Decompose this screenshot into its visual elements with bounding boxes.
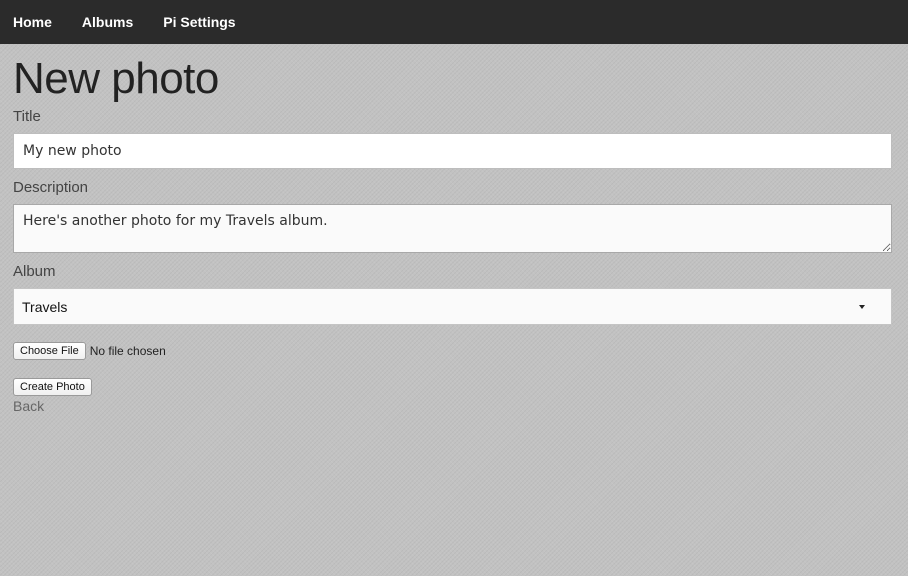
- top-navbar: Home Albums Pi Settings: [0, 0, 908, 44]
- main-content: New photo Title Description Here's anoth…: [0, 56, 908, 416]
- new-photo-form: Title Description Here's another photo f…: [13, 108, 892, 396]
- title-label: Title: [13, 108, 41, 125]
- description-label: Description: [13, 179, 89, 196]
- page-title: New photo: [13, 54, 219, 103]
- nav-pi-settings-link[interactable]: Pi Settings: [163, 14, 235, 30]
- nav-albums-link[interactable]: Albums: [82, 14, 133, 30]
- title-input[interactable]: [13, 133, 892, 169]
- file-input-row: Choose File No file chosen: [13, 342, 892, 360]
- create-photo-button[interactable]: Create Photo: [13, 378, 92, 396]
- album-label: Album: [13, 263, 56, 280]
- description-textarea[interactable]: Here's another photo for my Travels albu…: [13, 204, 892, 253]
- caret-down-icon: [859, 305, 865, 309]
- file-status-text: No file chosen: [89, 344, 166, 358]
- back-link[interactable]: Back: [13, 398, 44, 414]
- album-selected-value: Travels: [22, 298, 68, 315]
- nav-home-link[interactable]: Home: [13, 14, 52, 30]
- choose-file-button[interactable]: Choose File: [13, 342, 86, 360]
- submit-row: Create Photo: [13, 377, 892, 396]
- album-select[interactable]: Travels: [13, 288, 892, 325]
